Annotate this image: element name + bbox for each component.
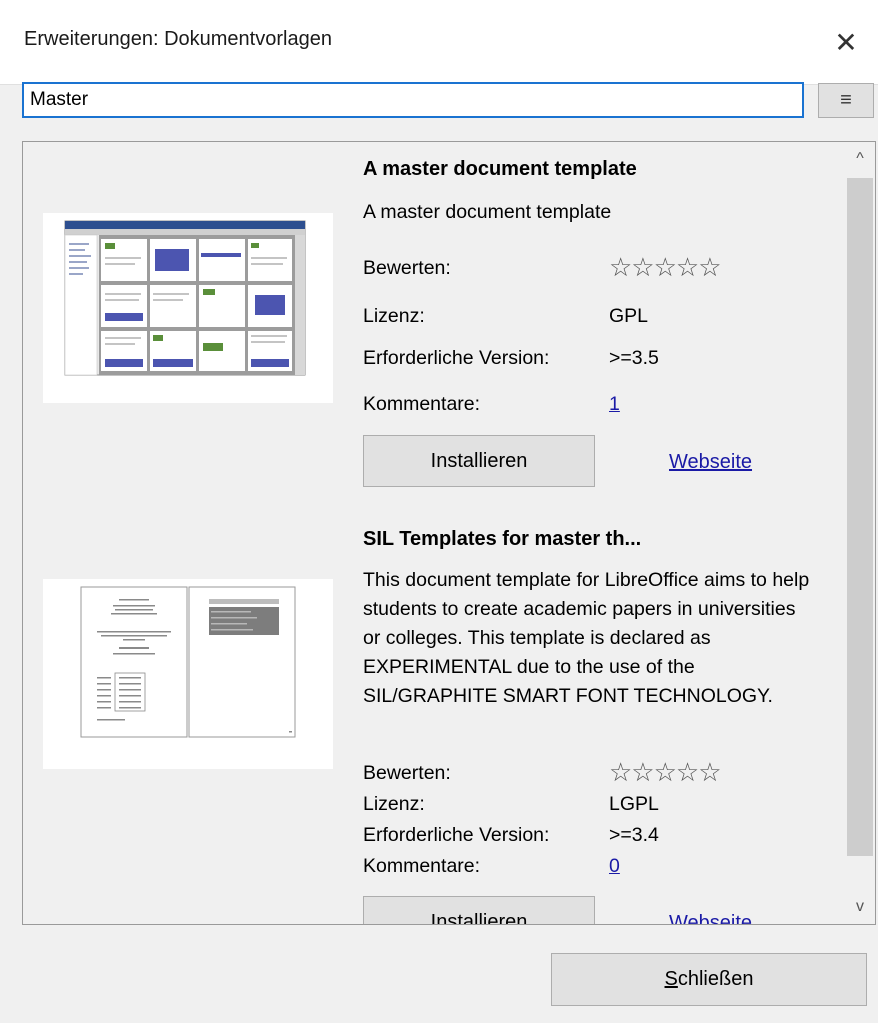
required-version-value: >=3.4 xyxy=(609,824,659,846)
extension-name: SIL Templates for master th... xyxy=(363,528,642,550)
template-thumbnail xyxy=(43,213,333,403)
template-thumbnail xyxy=(43,579,333,769)
comments-label: Kommentare: xyxy=(363,855,481,877)
license-label: Lizenz: xyxy=(363,305,425,327)
website-link[interactable]: Webseite xyxy=(669,912,752,924)
hamburger-menu-icon[interactable]: ≡ xyxy=(818,83,874,118)
comments-label: Kommentare: xyxy=(363,393,481,415)
license-label: Lizenz: xyxy=(363,793,425,815)
close-mnemonic: S xyxy=(664,968,678,990)
title-bar: Erweiterungen: Dokumentvorlagen ✕ xyxy=(0,0,878,85)
extension-name: A master document template xyxy=(363,158,637,180)
rating-label: Bewerten: xyxy=(363,257,451,279)
scrollbar-thumb[interactable] xyxy=(847,178,873,856)
comments-link[interactable]: 1 xyxy=(609,393,620,416)
comments-link[interactable]: 0 xyxy=(609,855,620,878)
extension-description: This document template for LibreOffice a… xyxy=(363,569,810,707)
license-value: LGPL xyxy=(609,793,659,815)
thumbnail-screenshot-image xyxy=(43,213,333,403)
rating-stars[interactable]: ☆☆☆☆☆ xyxy=(609,759,722,785)
required-version-label: Erforderliche Version: xyxy=(363,347,550,369)
thumbnail-document-image xyxy=(43,579,333,769)
required-version-label: Erforderliche Version: xyxy=(363,824,550,846)
install-button[interactable]: Installieren xyxy=(363,435,595,487)
close-icon[interactable]: ✕ xyxy=(814,0,878,84)
license-value: GPL xyxy=(609,305,649,327)
close-label-rest: chließen xyxy=(677,968,754,990)
vertical-scrollbar[interactable]: ^ v xyxy=(845,142,875,924)
search-input[interactable] xyxy=(22,82,804,118)
required-version-value: >=3.5 xyxy=(609,347,659,369)
install-button[interactable]: Installieren xyxy=(363,896,595,924)
scroll-down-icon[interactable]: v xyxy=(845,890,875,924)
close-dialog-button[interactable]: Schließen xyxy=(551,953,867,1006)
rating-label: Bewerten: xyxy=(363,762,451,784)
window-title: Erweiterungen: Dokumentvorlagen xyxy=(24,28,332,50)
website-link[interactable]: Webseite xyxy=(669,451,752,474)
scroll-up-icon[interactable]: ^ xyxy=(845,142,875,176)
extension-list[interactable]: A master document template A master docu… xyxy=(22,141,876,925)
extension-description: A master document template xyxy=(363,201,612,223)
rating-stars[interactable]: ☆☆☆☆☆ xyxy=(609,254,722,280)
